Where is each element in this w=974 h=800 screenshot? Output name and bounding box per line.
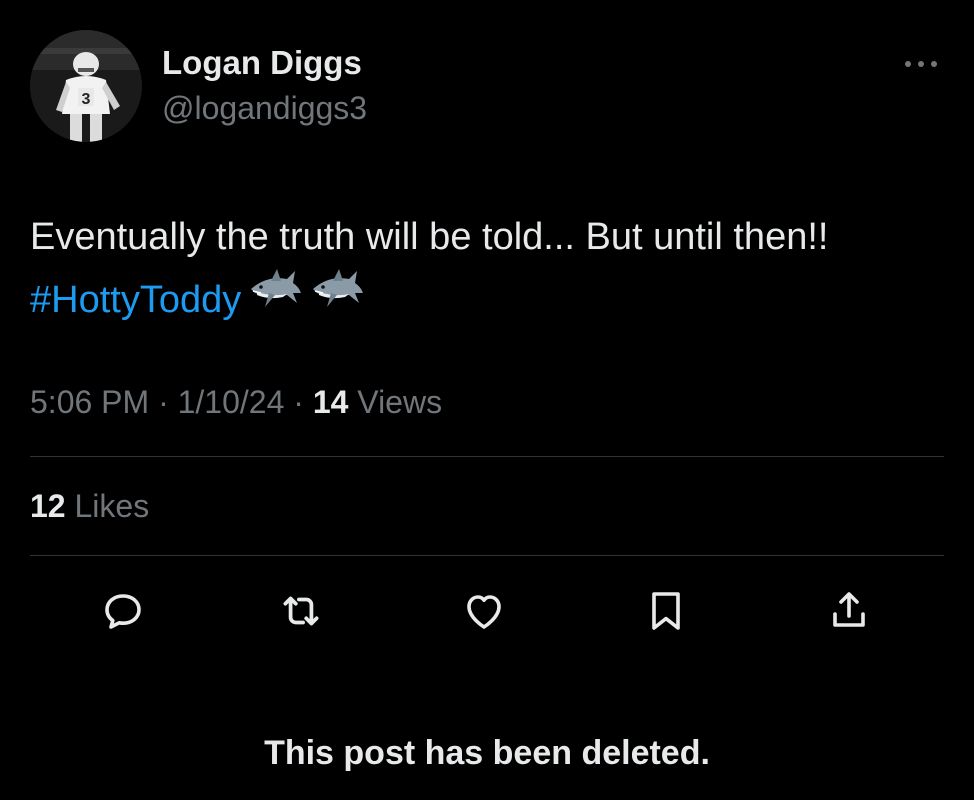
bookmark-button[interactable] — [641, 586, 691, 636]
shark-emoji — [309, 263, 365, 333]
divider — [30, 456, 944, 457]
tweet-date[interactable]: 1/10/24 — [178, 384, 285, 420]
tweet-time[interactable]: 5:06 PM — [30, 384, 149, 420]
divider — [30, 555, 944, 556]
share-button[interactable] — [824, 586, 874, 636]
reply-icon — [105, 594, 141, 629]
tweet-text: Eventually the truth will be told... But… — [30, 208, 950, 337]
heart-icon — [467, 595, 501, 629]
likes-label: Likes — [65, 488, 150, 524]
hashtag-link[interactable]: #HottyToddy — [30, 279, 241, 321]
avatar[interactable]: 3 — [30, 30, 142, 142]
tweet-text-line: Eventually the truth will be told... But… — [30, 216, 829, 258]
football-player-photo: 3 — [30, 30, 142, 142]
deleted-notice: This post has been deleted. — [264, 734, 710, 772]
meta-separator: · — [284, 384, 313, 420]
meta-separator: · — [149, 384, 178, 420]
display-name[interactable]: Logan Diggs — [162, 44, 362, 82]
retweet-icon — [283, 596, 319, 626]
views-count: 14 — [312, 384, 349, 420]
more-options-button[interactable] — [898, 52, 944, 76]
shark-emoji — [247, 263, 303, 333]
more-dots-icon — [905, 61, 937, 67]
likes-count: 12 — [30, 488, 66, 524]
like-button[interactable] — [459, 586, 509, 636]
bookmark-icon — [652, 592, 680, 630]
svg-text:3: 3 — [82, 91, 91, 108]
reply-button[interactable] — [98, 586, 148, 636]
likes-summary[interactable]: 12 Likes — [30, 488, 149, 525]
user-handle[interactable]: @logandiggs3 — [162, 90, 367, 127]
retweet-button[interactable] — [276, 586, 326, 636]
views-label: Views — [348, 384, 443, 420]
tweet-meta: 5:06 PM · 1/10/24 · 14 Views — [30, 384, 442, 421]
share-icon — [833, 592, 865, 627]
